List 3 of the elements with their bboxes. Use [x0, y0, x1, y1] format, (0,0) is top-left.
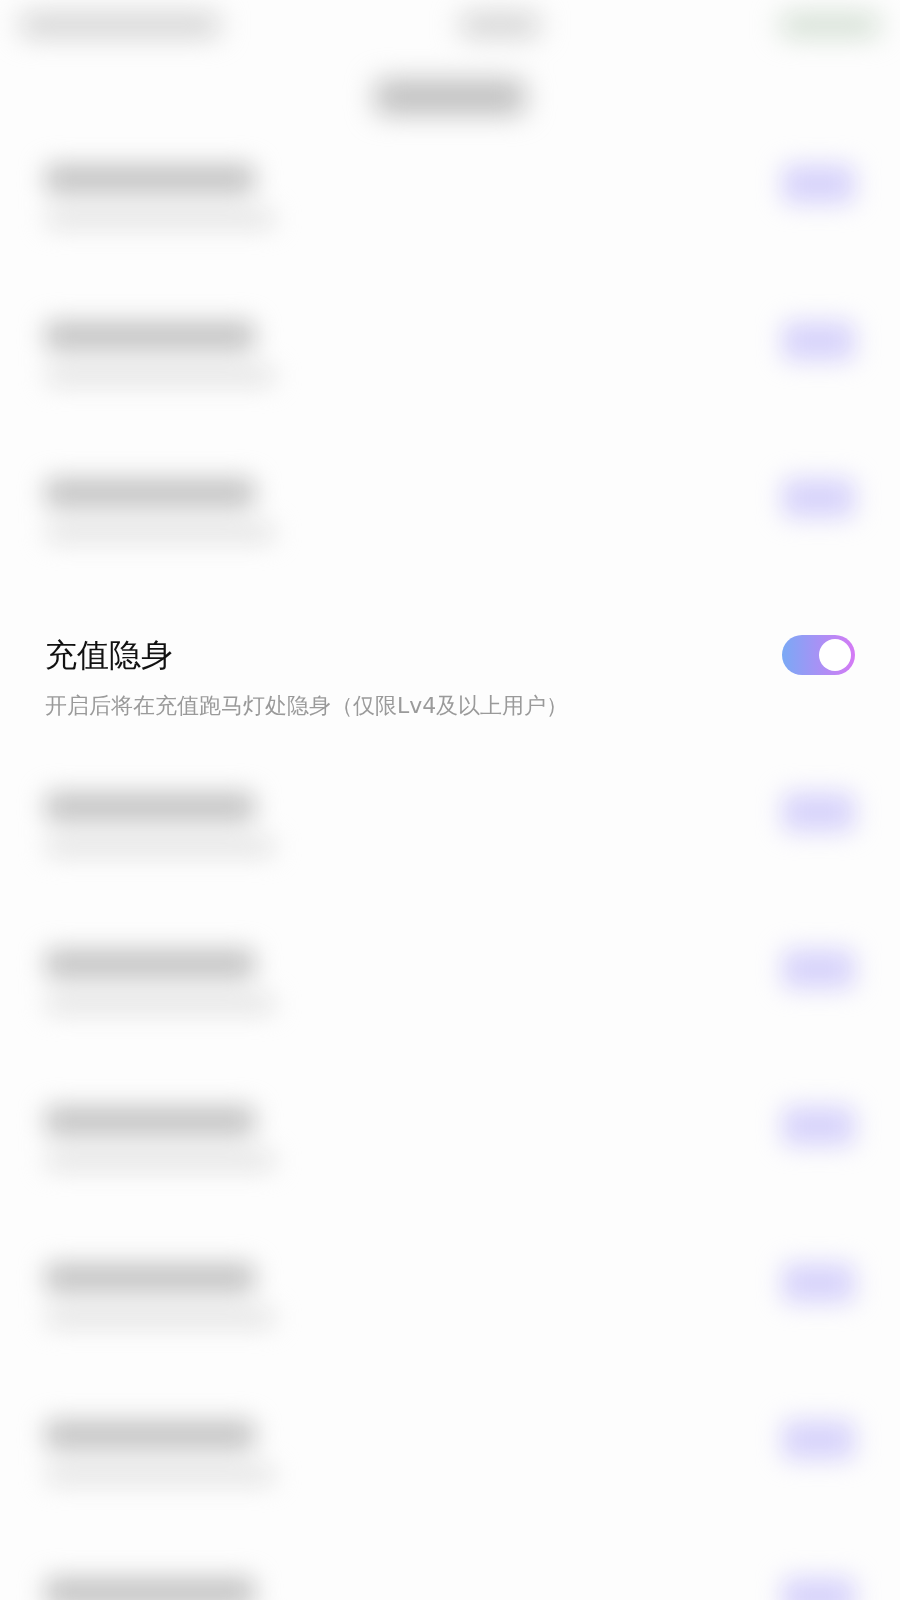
setting-title: 充值隐身 — [45, 635, 174, 675]
toggle-switch[interactable] — [782, 635, 855, 675]
setting-description: 开启后将在充值跑马灯处隐身（仅限Lv4及以上用户） — [45, 692, 569, 720]
